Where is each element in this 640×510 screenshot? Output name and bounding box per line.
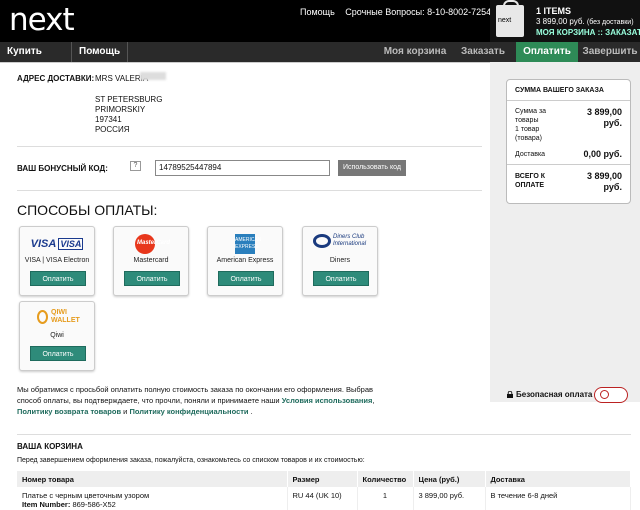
return-policy-link[interactable]: Политику возврата товаров (17, 407, 121, 416)
amex-logo-icon: AMERICAN EXPRESS (208, 234, 282, 254)
pay-visa-button[interactable]: Оплатить (30, 271, 86, 286)
payment-card-diners[interactable]: Diners Club International Diners Оплатит… (302, 226, 378, 296)
payment-method-name: VISA | VISA Electron (24, 257, 90, 264)
continue-shopping-button[interactable]: Купить еще (0, 42, 72, 77)
payment-methods-heading: СПОСОБЫ ОПЛАТЫ: (17, 202, 158, 218)
pay-mastercard-button[interactable]: Оплатить (124, 271, 180, 286)
step-finish: Завершить (582, 46, 638, 57)
address-line-city: ST PETERSBURG (95, 95, 163, 104)
column-header: Номер товара (17, 471, 288, 487)
item-number: 869-586-X52 (72, 500, 116, 509)
help-link[interactable]: Помощь (300, 7, 335, 17)
visa-electron-logo-text: VISA (58, 238, 84, 250)
goods-count: 1 товар (товара) (515, 126, 543, 142)
payment-card-visa[interactable]: VISA VISA VISA | VISA Electron Оплатить (19, 226, 95, 296)
step-order: Заказать (461, 46, 505, 57)
visa-logo-text: VISA (30, 238, 57, 250)
site-header: next Помощь Срочные Вопросы: 8-10-8002-7… (0, 0, 640, 42)
qiwi-logo-icon: QIWI WALLET (20, 309, 94, 329)
item-qty: 1 (357, 487, 414, 510)
item-size: RU 44 (UK 10) (287, 487, 358, 510)
cart-table: Номер товара Размер Количество Цена (руб… (17, 471, 631, 510)
cart-items-count: 1 ITEMS (536, 6, 572, 16)
payment-card-qiwi[interactable]: QIWI WALLET Qiwi Оплатить (19, 301, 95, 371)
checkout-page: next Помощь Срочные Вопросы: 8-10-8002-7… (0, 0, 640, 510)
pay-diners-button[interactable]: Оплатить (313, 271, 369, 286)
address-label: АДРЕС ДОСТАВКИ: (17, 74, 95, 83)
shopping-bag-icon: next (496, 0, 524, 37)
payment-card-mastercard[interactable]: MasterCard Mastercard Оплатить (113, 226, 189, 296)
terms-of-use-link[interactable]: Условия использования (282, 396, 373, 405)
my-cart-order-link[interactable]: МОЯ КОРЗИНА :: ЗАКАЗАТЬ (536, 28, 640, 37)
column-header: Количество (357, 471, 414, 487)
item-name[interactable]: Платье с черным цветочным узором (22, 491, 282, 500)
pay-amex-button[interactable]: Оплатить (218, 271, 274, 286)
summary-title: СУММА ВАШЕГО ЗАКАЗА (515, 87, 604, 94)
address-line-country: РОССИЯ (95, 125, 130, 134)
help-button[interactable]: Помощь (72, 42, 128, 62)
delivery-value: 0,00 руб. (583, 149, 622, 159)
help-icon[interactable]: ? (130, 161, 141, 171)
address-line-district: PRIMORSKIY (95, 105, 146, 114)
payment-card-amex[interactable]: AMERICAN EXPRESS American Express Оплати… (207, 226, 283, 296)
bonus-code-label: ВАШ БОНУСНЫЙ КОД: (17, 164, 108, 173)
amex-logo-text: AMERICAN EXPRESS (235, 234, 261, 254)
cart-note: Перед завершением оформления заказа, пож… (17, 457, 365, 464)
next-logo[interactable]: next (9, 2, 75, 38)
payment-method-name: Qiwi (50, 332, 64, 339)
item-cell: Платье с черным цветочным узором Item Num… (17, 487, 288, 510)
goods-value: 3 899,00 руб. (586, 107, 622, 128)
address-line-postcode: 197341 (95, 115, 122, 124)
mini-cart[interactable]: next 1 ITEMS 3 899,00 руб. (без доставки… (490, 0, 640, 42)
column-header: Размер (287, 471, 358, 487)
legal-notice: Мы обратимся с просьбой оплатить полную … (17, 384, 387, 417)
redacted-surname (140, 72, 166, 80)
divider (17, 146, 482, 147)
bag-label: next (498, 17, 512, 24)
divider (17, 190, 482, 191)
legal-end: . (248, 407, 253, 416)
legal-sep: , (372, 396, 375, 405)
divider (507, 164, 630, 165)
cart-total: 3 899,00 руб. (без доставки) (536, 17, 634, 26)
visa-logo-icon: VISA VISA (20, 234, 94, 252)
table-row: Платье с черным цветочным узором Item Num… (17, 487, 631, 510)
urgent-questions-phone: Срочные Вопросы: 8-10-8002-7254011 (345, 7, 506, 17)
divider (17, 434, 631, 435)
bonus-code-input[interactable]: 14789525447894 (155, 160, 330, 176)
goods-label: Сумма за товары (515, 108, 547, 124)
delivery-label: Доставка (515, 151, 546, 158)
pay-qiwi-button[interactable]: Оплатить (30, 346, 86, 361)
order-summary: СУММА ВАШЕГО ЗАКАЗА Сумма за товары 1 то… (506, 79, 631, 204)
step-my-cart: Моя корзина (383, 46, 447, 57)
item-price: 3 899,00 руб. (413, 487, 486, 510)
item-number-label: Item Number: (22, 500, 71, 509)
total-label: ВСЕГО К ОПЛАТЕ (515, 173, 546, 189)
column-header: Цена (руб.) (413, 471, 486, 487)
payment-method-name: American Express (216, 257, 274, 264)
mastercard-logo-text: MasterCard (137, 240, 171, 246)
privacy-policy-link[interactable]: Политику конфиденциальности (129, 407, 248, 416)
top-links: Помощь Срочные Вопросы: 8-10-8002-725401… (300, 7, 514, 17)
lock-icon (507, 391, 513, 398)
qiwi-logo-text: QIWI WALLET (51, 309, 80, 324)
column-header: Доставка (485, 471, 631, 487)
diners-logo-icon: Diners Club International (303, 234, 377, 253)
step-pay: Оплатить (516, 42, 578, 62)
divider (507, 100, 630, 101)
cart-total-value: 3 899,00 руб. (536, 17, 585, 26)
mastercard-logo-icon: MasterCard (114, 234, 188, 259)
payment-method-name: Mastercard (133, 257, 169, 264)
verified-badge-icon (594, 387, 628, 403)
item-delivery: В течение 6-8 дней (485, 487, 631, 510)
table-header-row: Номер товара Размер Количество Цена (руб… (17, 471, 631, 487)
cart-total-note: (без доставки) (586, 19, 634, 26)
diners-logo-text: Diners Club International (333, 234, 367, 247)
payment-method-name: Diners (329, 257, 351, 264)
nav-bar: Купить еще Помощь Моя корзина Заказать О… (0, 42, 640, 77)
use-code-button[interactable]: Использовать код (338, 160, 406, 176)
total-value: 3 899,00 руб. (586, 171, 622, 192)
cart-title: ВАША КОРЗИНА (17, 442, 83, 451)
secure-payment-label: Безопасная оплата (516, 390, 593, 399)
